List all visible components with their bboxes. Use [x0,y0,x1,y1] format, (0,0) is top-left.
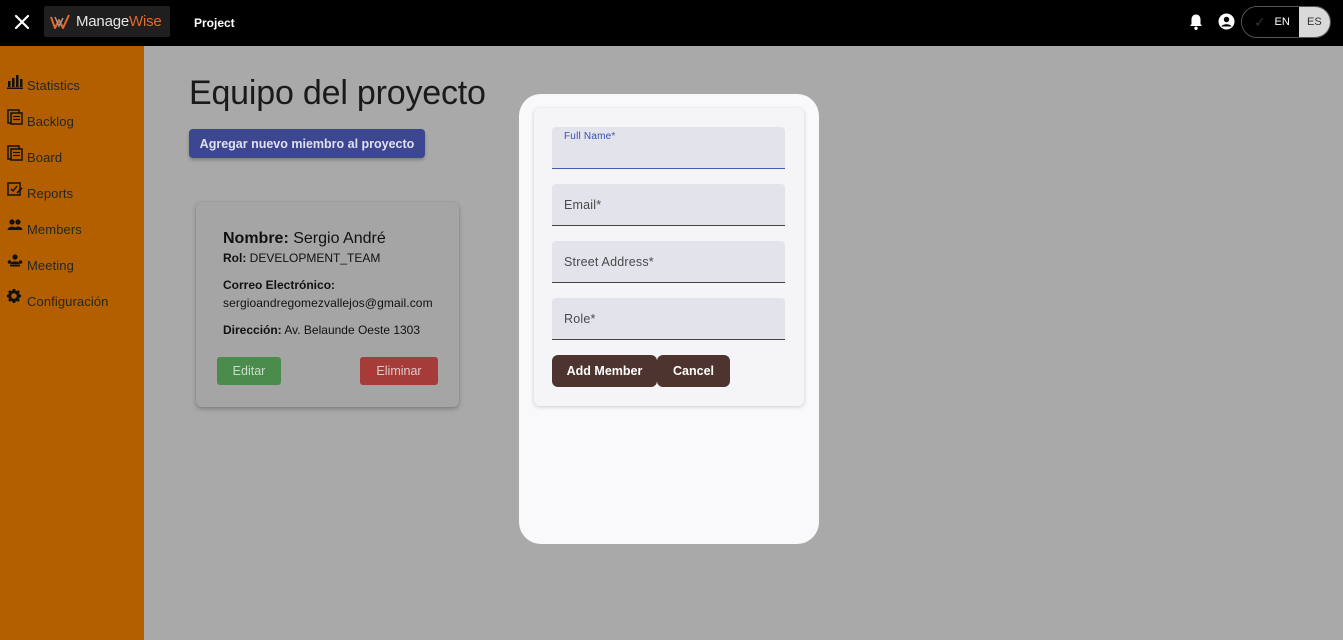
member-email-label: Correo Electrónico: [223,278,336,292]
lang-es-label: ES [1307,16,1322,28]
member-email-value: sergioandregomezvallejos@gmail.com [223,296,433,310]
app-logo[interactable]: ManageWise [44,6,170,37]
sidebar-item-members[interactable]: Members [6,219,82,237]
add-new-member-button[interactable]: Agregar nuevo miembro al proyecto [189,129,425,158]
logo-text: ManageWise [76,13,162,30]
sidebar-item-label: Configuración [27,294,109,309]
account-circle-icon[interactable] [1218,13,1235,30]
project-link[interactable]: Project [194,16,235,30]
logo-suffix: Wise [129,13,162,30]
gear-icon [7,289,21,303]
lang-en-label: EN [1274,16,1290,28]
add-member-form: Full Name* Email* Street Address* Role* … [534,108,804,406]
top-bar: ManageWise Project ✓ EN ES [0,0,1343,46]
add-member-dialog: Full Name* Email* Street Address* Role* … [519,94,819,544]
sidebar-item-statistics[interactable]: Statistics [6,75,81,93]
members-icon [7,219,23,230]
member-role: Rol: DEVELOPMENT_TEAM [223,251,380,265]
add-member-submit-button[interactable]: Add Member [552,355,657,387]
sidebar-item-board[interactable]: Board [6,145,63,165]
sidebar-item-label: Board [27,150,63,165]
lang-es-option[interactable]: ES [1298,7,1330,37]
backlog-icon [7,109,23,125]
page-title: Equipo del proyecto [189,74,486,112]
email-label: Email* [564,198,602,212]
statistics-icon [7,75,23,89]
full-name-field[interactable]: Full Name* [552,127,785,169]
sidebar-item-label: Reports [27,186,74,201]
full-name-input[interactable] [564,149,772,164]
sidebar: Statistics Backlog Board Reports Members… [0,46,144,640]
email-field[interactable]: Email* [552,184,785,226]
logo-prefix: Manage [76,13,130,30]
reports-icon [7,182,23,196]
member-name-value: Sergio André [293,230,386,247]
close-icon[interactable] [12,12,32,32]
lang-en-option[interactable]: ✓ EN [1242,7,1299,37]
member-name: Nombre: Sergio André [223,230,386,248]
full-name-label: Full Name* [564,131,616,142]
board-icon [7,145,23,161]
member-address-label: Dirección: [223,323,282,337]
street-address-label: Street Address* [564,255,654,269]
street-address-field[interactable]: Street Address* [552,241,785,283]
edit-member-button[interactable]: Editar [217,357,281,385]
language-toggle[interactable]: ✓ EN ES [1241,6,1331,38]
sidebar-item-backlog[interactable]: Backlog [6,109,74,129]
member-name-label: Nombre: [223,230,289,247]
member-role-label: Rol: [223,251,247,265]
logo-icon [50,14,70,29]
bell-icon[interactable] [1188,13,1204,31]
role-label: Role* [564,312,596,326]
member-role-value: DEVELOPMENT_TEAM [249,251,381,265]
member-address-value: Av. Belaunde Oeste 1303 [284,323,421,337]
sidebar-item-label: Members [27,222,82,237]
member-card: Nombre: Sergio André Rol: DEVELOPMENT_TE… [196,202,459,407]
sidebar-item-configuracion[interactable]: Configuración [6,289,109,309]
sidebar-item-reports[interactable]: Reports [6,182,74,201]
member-address: Dirección: Av. Belaunde Oeste 1303 [223,323,420,337]
sidebar-item-label: Meeting [27,258,74,273]
check-icon: ✓ [1254,14,1266,30]
sidebar-item-label: Backlog [27,114,74,129]
role-field[interactable]: Role* [552,298,785,340]
delete-member-button[interactable]: Eliminar [360,357,438,385]
cancel-button[interactable]: Cancel [657,355,730,387]
sidebar-item-meeting[interactable]: Meeting [6,254,74,273]
meeting-icon [7,254,23,267]
sidebar-item-label: Statistics [27,78,81,93]
